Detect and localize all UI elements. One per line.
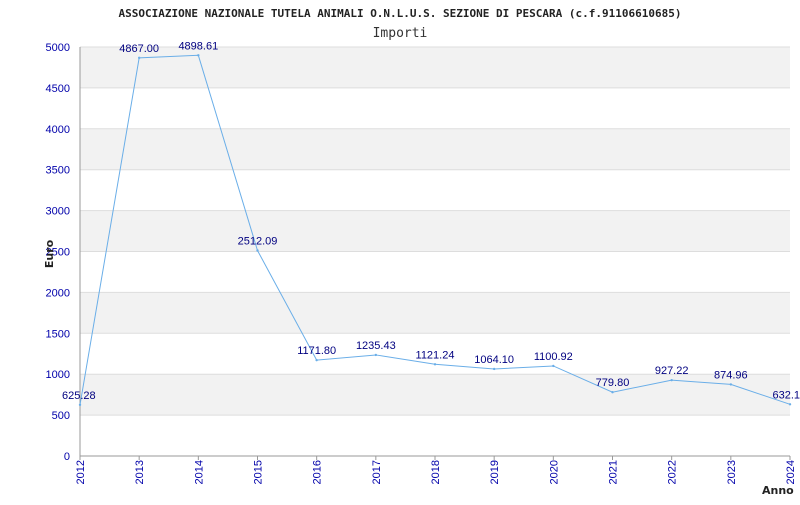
x-tick-label: 2019 — [489, 460, 501, 484]
chart-container: ASSOCIAZIONE NAZIONALE TUTELA ANIMALI O.… — [0, 0, 800, 500]
y-tick-label: 0 — [64, 451, 70, 463]
x-tick-label: 2015 — [253, 460, 265, 484]
data-label: 2512.09 — [238, 236, 278, 248]
chart-title: ASSOCIAZIONE NAZIONALE TUTELA ANIMALI O.… — [119, 7, 682, 20]
data-point — [256, 249, 259, 252]
y-tick-label: 500 — [52, 410, 70, 422]
data-label: 4867.00 — [119, 43, 159, 55]
x-tick-label: 2014 — [193, 460, 205, 484]
data-label: 1100.92 — [534, 351, 573, 363]
chart-subtitle: Importi — [373, 26, 428, 41]
data-label: 927.22 — [655, 365, 689, 377]
grid-band — [80, 292, 790, 334]
data-point — [492, 367, 496, 371]
data-point — [78, 403, 82, 407]
data-label: 4898.61 — [178, 40, 218, 52]
grid-band — [80, 210, 790, 252]
data-point — [433, 363, 437, 366]
data-point — [788, 403, 792, 406]
x-tick-label: 2018 — [430, 460, 442, 484]
data-point — [552, 364, 555, 368]
grid-band — [80, 47, 790, 88]
y-tick-label: 5000 — [46, 42, 70, 54]
x-tick-label: 2022 — [667, 460, 679, 484]
x-tick-label: 2017 — [371, 460, 383, 484]
data-label: 874.96 — [714, 369, 748, 381]
data-point — [374, 353, 378, 357]
data-point — [611, 391, 614, 394]
data-point — [315, 358, 318, 362]
y-tick-label: 2000 — [46, 287, 70, 299]
y-tick-label: 3500 — [46, 165, 70, 177]
data-point — [729, 383, 733, 386]
line-chart: ASSOCIAZIONE NAZIONALE TUTELA ANIMALI O.… — [43, 7, 800, 497]
grid-band — [80, 128, 790, 170]
y-axis-title: Euro — [43, 239, 56, 268]
data-point — [670, 378, 673, 382]
data-label: 1171.80 — [297, 345, 336, 357]
y-tick-label: 1000 — [46, 369, 70, 381]
data-label: 1235.43 — [356, 340, 396, 352]
x-tick-label: 2013 — [134, 460, 146, 484]
data-label: 632.1 — [772, 389, 800, 401]
data-label: 779.80 — [596, 377, 630, 389]
data-point — [137, 56, 141, 60]
x-axis-ticks: 2012 2013 2014 2015 2016 2017 2018 2019 2020 2021… — [75, 456, 797, 484]
x-tick-label: 2023 — [726, 460, 738, 484]
y-tick-label: 4500 — [46, 83, 70, 95]
data-label: 1121.24 — [416, 349, 455, 361]
y-tick-label: 1500 — [46, 328, 70, 340]
x-axis-title: Anno — [762, 484, 794, 497]
data-label: 625.28 — [62, 390, 96, 402]
data-label: 1064.10 — [474, 354, 514, 366]
x-tick-label: 2021 — [608, 460, 620, 484]
data-point — [197, 54, 200, 57]
x-tick-label: 2020 — [548, 460, 560, 484]
x-tick-label: 2024 — [785, 460, 797, 484]
x-tick-label: 2012 — [75, 460, 87, 484]
y-tick-label: 4000 — [46, 124, 70, 136]
y-tick-label: 3000 — [46, 206, 70, 218]
grid-band — [80, 374, 790, 416]
x-tick-label: 2016 — [312, 460, 324, 484]
